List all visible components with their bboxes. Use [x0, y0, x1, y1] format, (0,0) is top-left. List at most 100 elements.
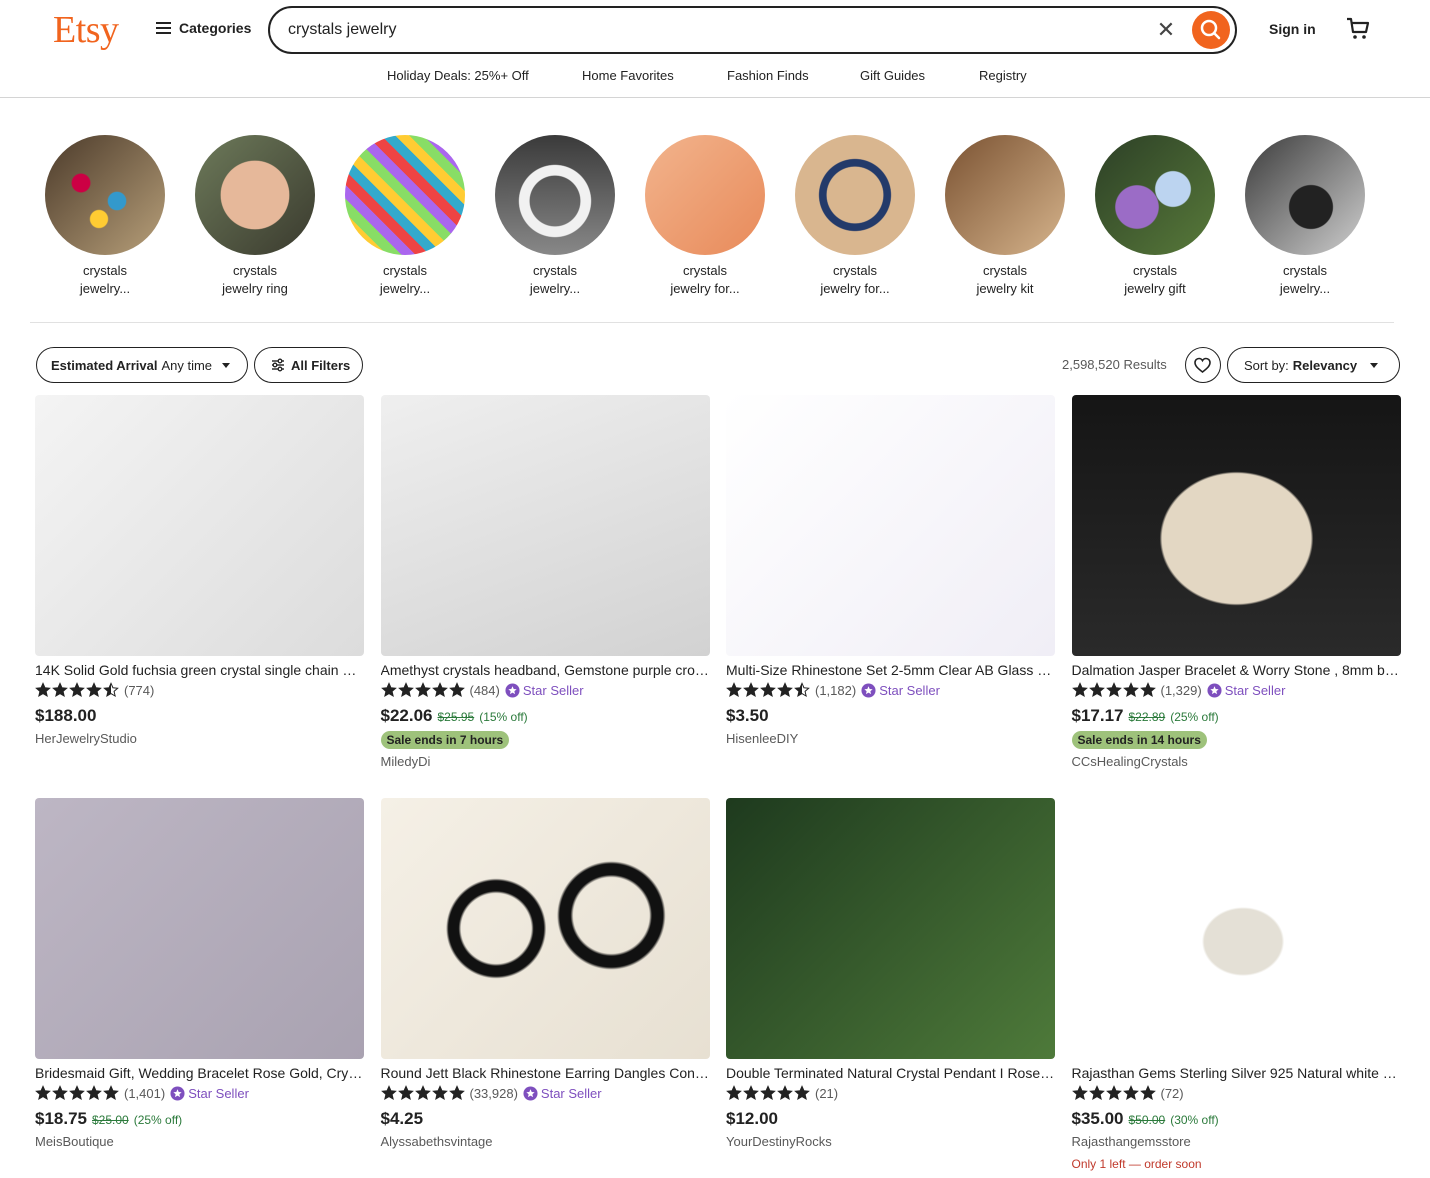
- listing-card[interactable]: 14K Solid Gold fuchsia green crystal sin…: [35, 395, 364, 746]
- related-search-label-line1: crystals: [682, 263, 728, 278]
- shop-name[interactable]: YourDestinyRocks: [726, 1134, 1055, 1149]
- rating-stars: [1071, 1085, 1156, 1101]
- nav-home-favorites[interactable]: Home Favorites: [582, 68, 674, 83]
- shop-name[interactable]: Rajasthangemsstore: [1072, 1134, 1401, 1149]
- listing-title[interactable]: 14K Solid Gold fuchsia green crystal sin…: [35, 662, 364, 678]
- related-search-label-line2: jewelry kit: [976, 281, 1034, 296]
- price-row: $17.17 $22.89 (25% off): [1072, 706, 1401, 726]
- listing-title[interactable]: Multi-Size Rhinestone Set 2-5mm Clear AB…: [726, 662, 1055, 678]
- star-seller-badge-icon: [861, 682, 876, 698]
- listing-card[interactable]: Multi-Size Rhinestone Set 2-5mm Clear AB…: [726, 395, 1055, 746]
- listing-title[interactable]: Rajasthan Gems Sterling Silver 925 Natur…: [1072, 1065, 1401, 1081]
- related-search-label-line1: crystals: [532, 263, 578, 278]
- related-search-item[interactable]: crystals jewelry for...: [645, 135, 765, 298]
- listing-image[interactable]: [35, 798, 364, 1059]
- shop-name[interactable]: MiledyDi: [381, 754, 710, 769]
- listing-card[interactable]: Round Jett Black Rhinestone Earring Dang…: [380, 798, 710, 1149]
- listing-title[interactable]: Amethyst crystals headband, Gemstone pur…: [381, 662, 710, 678]
- listing-image[interactable]: [35, 395, 364, 656]
- star-filled-icon: [69, 682, 85, 698]
- results-count: 2,598,520 Results: [1062, 357, 1167, 372]
- related-search-label: crystals jewelry gift: [1095, 262, 1215, 298]
- related-search-image: [195, 135, 315, 255]
- star-filled-icon: [86, 1085, 102, 1101]
- review-count: (72): [1160, 1085, 1184, 1101]
- shop-name[interactable]: Alyssabethsvintage: [381, 1134, 710, 1149]
- sign-in-link[interactable]: Sign in: [1269, 21, 1316, 37]
- star-seller-badge-icon: [1207, 682, 1222, 698]
- review-count: (21): [815, 1085, 839, 1101]
- nav-fashion-finds[interactable]: Fashion Finds: [727, 68, 809, 83]
- listing-image[interactable]: [1071, 798, 1401, 1059]
- star-filled-icon: [397, 1085, 414, 1101]
- related-search-item[interactable]: crystals jewelry...: [495, 135, 615, 298]
- original-price: $25.95: [437, 710, 475, 724]
- sale-badge: Sale ends in 7 hours: [380, 731, 510, 749]
- price-row: $12.00: [726, 1109, 1055, 1129]
- star-seller-badge-icon: [523, 1085, 538, 1101]
- shop-name[interactable]: HisenleeDIY: [726, 731, 1055, 746]
- arrival-label: Estimated Arrival: [51, 357, 158, 373]
- listing-card[interactable]: Bridesmaid Gift, Wedding Bracelet Rose G…: [35, 798, 364, 1149]
- listing-card[interactable]: Double Terminated Natural Crystal Pendan…: [726, 798, 1055, 1149]
- listing-title[interactable]: Bridesmaid Gift, Wedding Bracelet Rose G…: [35, 1065, 364, 1081]
- listing-rating: (774): [35, 681, 364, 699]
- listing-title[interactable]: Double Terminated Natural Crystal Pendan…: [726, 1065, 1055, 1081]
- sort-dropdown[interactable]: Sort by: Relevancy: [1227, 347, 1400, 383]
- all-filters-label: All Filters: [291, 357, 351, 373]
- listing-image[interactable]: [380, 395, 710, 656]
- all-filters-button[interactable]: All Filters: [254, 347, 363, 383]
- review-count: (774): [124, 682, 155, 698]
- related-search-item[interactable]: crystals jewelry gift: [1095, 135, 1215, 298]
- listing-rating: (1,329) Star Seller: [1071, 681, 1401, 699]
- listing-image[interactable]: [380, 798, 710, 1059]
- listing-image[interactable]: [726, 395, 1055, 656]
- related-search-label: crystals jewelry ring: [195, 262, 315, 298]
- related-search-item[interactable]: crystals jewelry...: [345, 135, 465, 298]
- menu-icon: [156, 22, 171, 34]
- search-button[interactable]: [1192, 11, 1230, 49]
- nav-gift-guides[interactable]: Gift Guides: [860, 68, 925, 83]
- shop-name[interactable]: CCsHealingCrystals: [1072, 754, 1401, 769]
- listing-card[interactable]: Amethyst crystals headband, Gemstone pur…: [380, 395, 710, 769]
- related-search-label: crystals jewelry...: [345, 262, 465, 298]
- nav-holiday-deals[interactable]: Holiday Deals: 25%+ Off: [387, 68, 529, 83]
- categories-button[interactable]: Categories: [156, 20, 251, 36]
- listing-image[interactable]: [726, 798, 1055, 1059]
- related-search-item[interactable]: crystals jewelry for...: [795, 135, 915, 298]
- star-filled-icon: [777, 682, 793, 698]
- star-filled-icon: [414, 1085, 431, 1101]
- divider: [30, 322, 1394, 323]
- star-filled-icon: [1139, 682, 1156, 698]
- listing-image[interactable]: [1071, 395, 1401, 656]
- related-search-item[interactable]: crystals jewelry...: [1245, 135, 1365, 298]
- listing-title[interactable]: Dalmation Jasper Bracelet & Worry Stone …: [1072, 662, 1401, 678]
- listing-card[interactable]: Dalmation Jasper Bracelet & Worry Stone …: [1071, 395, 1401, 769]
- cart-button[interactable]: [1344, 14, 1372, 42]
- header: Etsy Categories ✕ Sign in: [0, 0, 1430, 60]
- star-seller-badge: Star Seller: [861, 683, 940, 698]
- listing-rating: (1,182) Star Seller: [726, 681, 1055, 699]
- related-search-item[interactable]: crystals jewelry kit: [945, 135, 1065, 298]
- nav-registry[interactable]: Registry: [979, 68, 1027, 83]
- related-search-item[interactable]: crystals jewelry...: [45, 135, 165, 298]
- shop-name[interactable]: HerJewelryStudio: [35, 731, 364, 746]
- search-input[interactable]: [288, 18, 1128, 42]
- etsy-logo[interactable]: Etsy: [53, 8, 119, 52]
- shop-name[interactable]: MeisBoutique: [35, 1134, 364, 1149]
- clear-search-icon[interactable]: ✕: [1154, 18, 1178, 42]
- listing-card[interactable]: Rajasthan Gems Sterling Silver 925 Natur…: [1071, 798, 1401, 1171]
- listing-rating: (33,928) Star Seller: [380, 1084, 710, 1102]
- discount-percent: (25% off): [133, 1113, 183, 1127]
- related-search-label: crystals jewelry for...: [645, 262, 765, 298]
- star-seller-label: Star Seller: [540, 1085, 602, 1101]
- related-search-label-line2: jewelry ring: [222, 281, 288, 296]
- rating-stars: [380, 1085, 465, 1101]
- original-price: $25.00: [92, 1113, 129, 1127]
- star-filled-icon: [52, 682, 68, 698]
- related-search-item[interactable]: crystals jewelry ring: [195, 135, 315, 298]
- listing-title[interactable]: Round Jett Black Rhinestone Earring Dang…: [381, 1065, 710, 1081]
- star-seller-badge: Star Seller: [1207, 682, 1285, 698]
- save-search-button[interactable]: [1185, 347, 1221, 383]
- estimated-arrival-filter[interactable]: Estimated Arrival Any time: [36, 347, 248, 383]
